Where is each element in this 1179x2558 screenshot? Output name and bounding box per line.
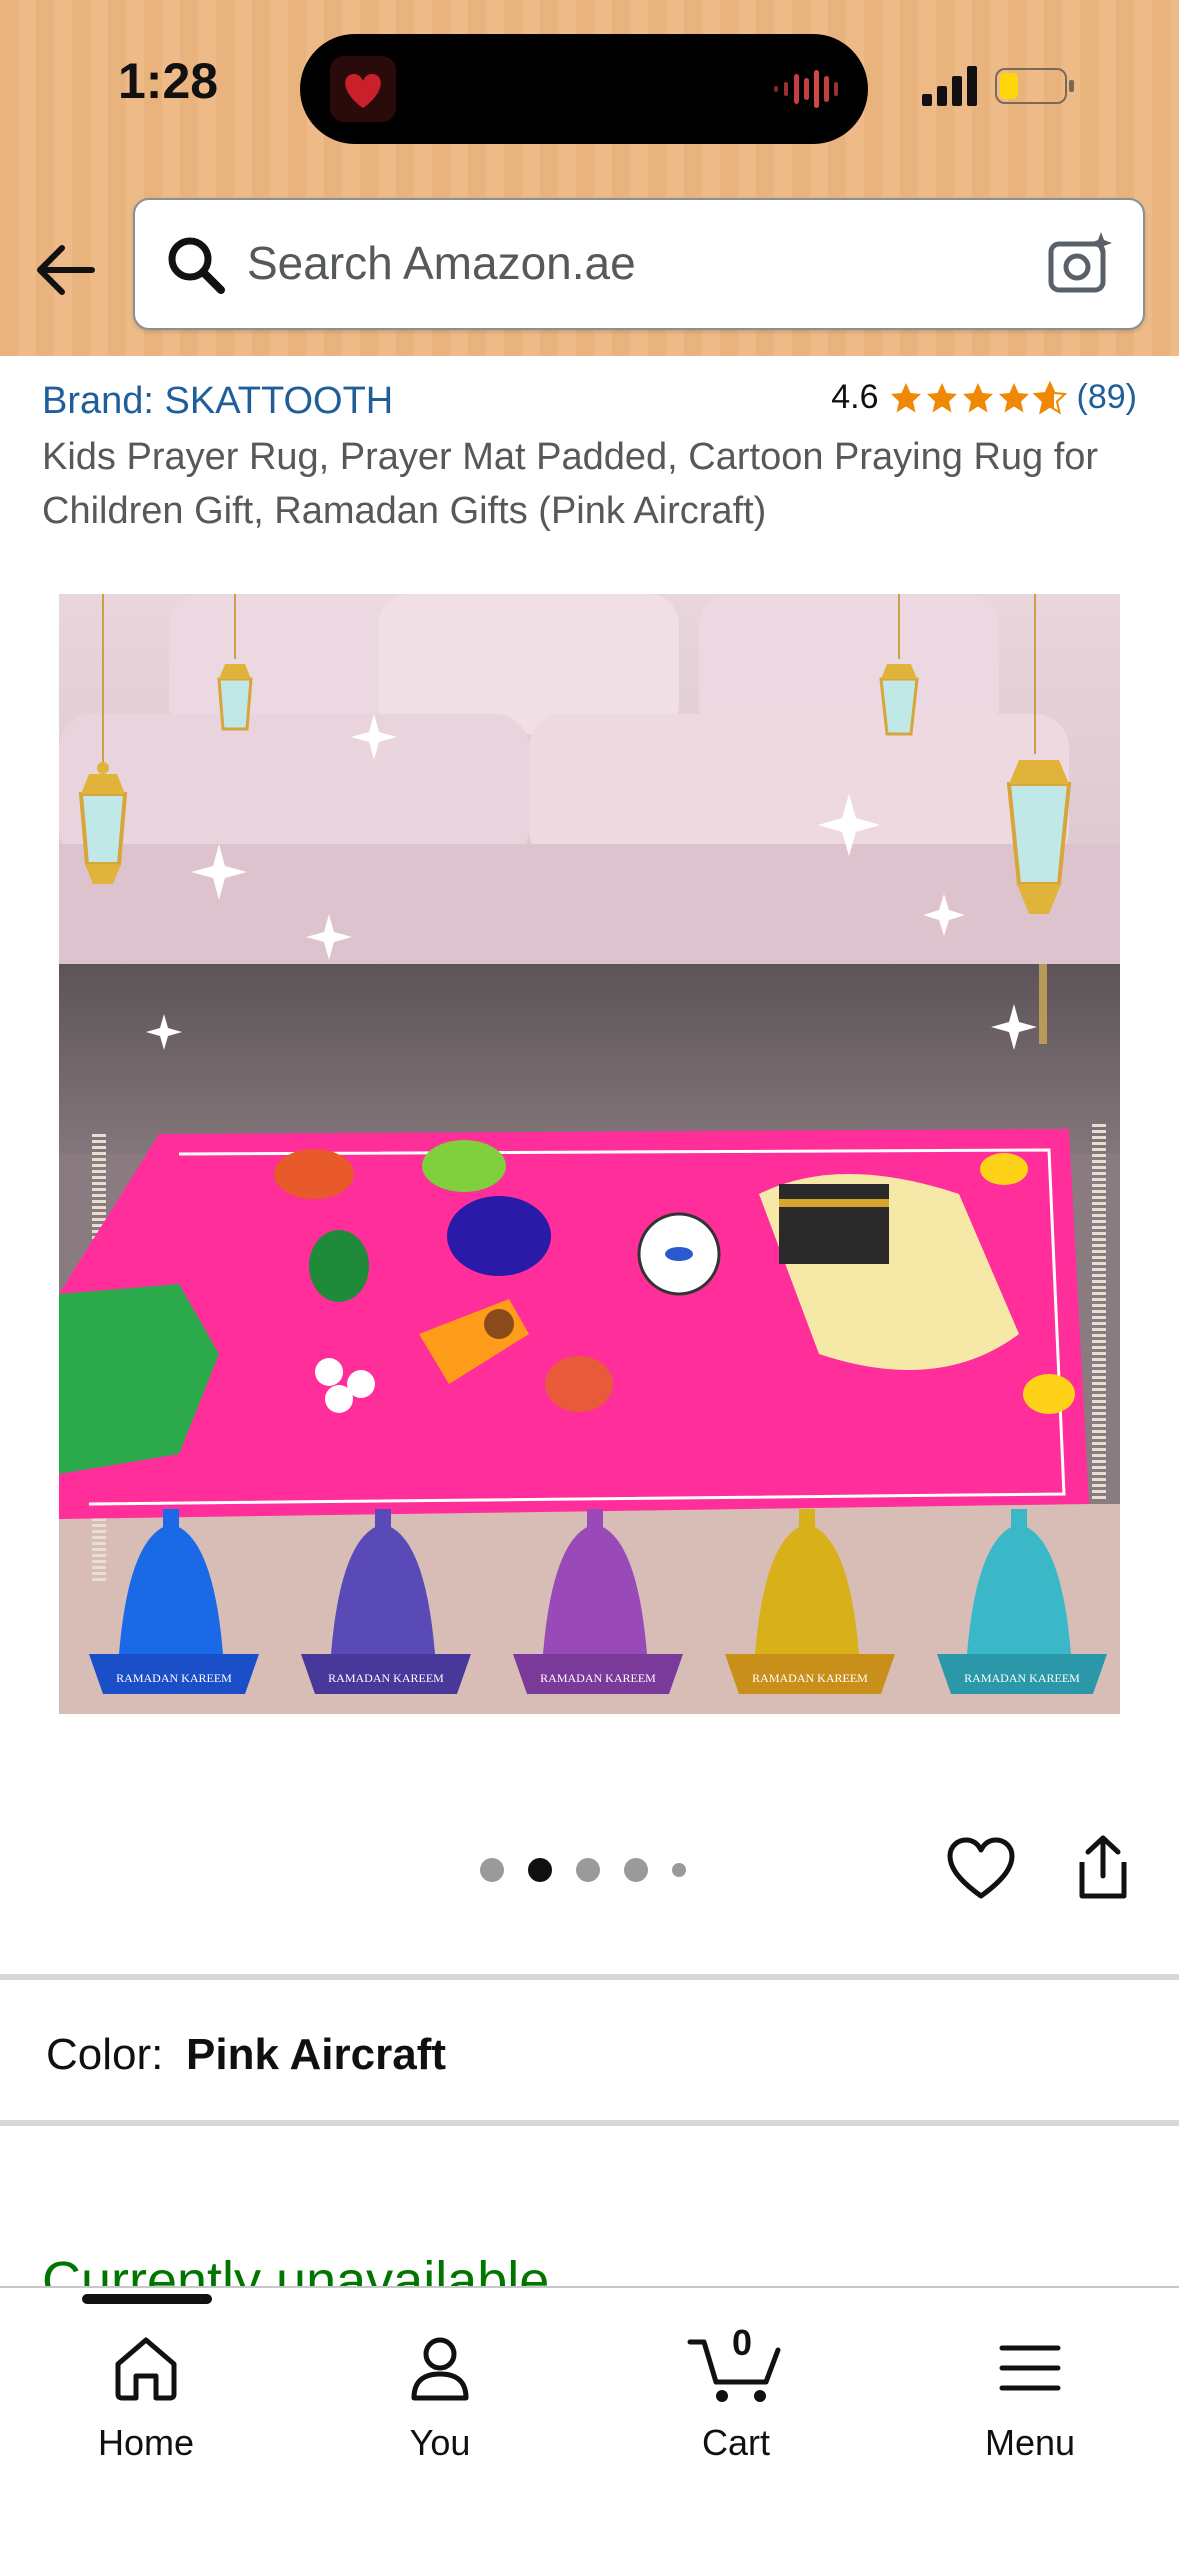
- color-label: Color:: [46, 2030, 164, 2079]
- product-image[interactable]: RAMADAN KAREEM RAMADAN KAREEM RAMADAN KA…: [59, 594, 1120, 1714]
- active-tab-indicator: [82, 2294, 212, 2304]
- star-icon: [998, 382, 1029, 412]
- nav-cart[interactable]: 0 Cart: [626, 2322, 846, 2464]
- status-time: 1:28: [118, 53, 219, 109]
- share-icon[interactable]: [1068, 1832, 1138, 1902]
- star-icon: [962, 382, 993, 412]
- star-icon: [926, 382, 957, 412]
- live-activity-app-icon: [330, 56, 396, 122]
- star-icon: [890, 382, 921, 412]
- section-divider: [0, 1974, 1179, 1980]
- badge-text: RAMADAN KAREEM: [328, 1671, 444, 1685]
- wishlist-heart-icon[interactable]: [946, 1836, 1016, 1902]
- nav-home-label: Home: [97, 2422, 195, 2463]
- nav-menu-label: Menu: [984, 2422, 1076, 2463]
- product-title: Kids Prayer Rug, Prayer Mat Padded, Cart…: [42, 436, 1099, 532]
- nav-menu[interactable]: Menu: [920, 2328, 1140, 2464]
- search-input[interactable]: Search Amazon.ae: [247, 236, 636, 290]
- nav-you-label: You: [409, 2422, 471, 2463]
- star-rating: [889, 380, 1067, 415]
- search-bar[interactable]: Search Amazon.ae: [133, 198, 1145, 330]
- search-icon: [168, 237, 225, 294]
- back-arrow-icon[interactable]: [30, 234, 102, 306]
- badge-text: RAMADAN KAREEM: [116, 1671, 232, 1685]
- nav-home[interactable]: Home: [36, 2328, 256, 2464]
- nav-you[interactable]: You: [330, 2328, 550, 2464]
- carousel-dot-active[interactable]: [528, 1858, 552, 1882]
- menu-icon: [999, 2345, 1061, 2391]
- dynamic-island: [300, 34, 868, 144]
- bottom-navigation: Home You 0 Cart Menu: [0, 2286, 1179, 2558]
- carousel-dot[interactable]: [576, 1858, 600, 1882]
- carousel-dot[interactable]: [480, 1858, 504, 1882]
- rating-summary[interactable]: 4.6 (89): [831, 378, 1137, 417]
- carousel-dot[interactable]: [624, 1858, 648, 1882]
- nav-cart-label: Cart: [701, 2422, 770, 2463]
- audio-wave-icon: [774, 70, 838, 108]
- badge-text: RAMADAN KAREEM: [540, 1671, 656, 1685]
- home-icon: [115, 2337, 177, 2401]
- cart-count-badge: 0: [732, 2322, 753, 2363]
- brand-link[interactable]: Brand: SKATTOOTH: [42, 380, 393, 423]
- badge-text: RAMADAN KAREEM: [964, 1671, 1080, 1685]
- carousel-dot[interactable]: [672, 1863, 686, 1877]
- section-divider: [0, 2120, 1179, 2126]
- badge-text: RAMADAN KAREEM: [752, 1671, 868, 1685]
- rating-value: 4.6: [831, 378, 879, 416]
- color-value: Pink Aircraft: [186, 2030, 447, 2079]
- header: 1:28 Search Amazon.ae: [0, 0, 1179, 356]
- camera-search-icon[interactable]: [1047, 230, 1115, 298]
- cellular-signal-icon: [922, 66, 977, 106]
- image-carousel-indicator[interactable]: [480, 1858, 686, 1882]
- review-count-link[interactable]: (89): [1077, 378, 1137, 417]
- battery-icon: [995, 68, 1074, 104]
- half-star-icon: [1032, 380, 1067, 415]
- user-icon: [411, 2337, 469, 2401]
